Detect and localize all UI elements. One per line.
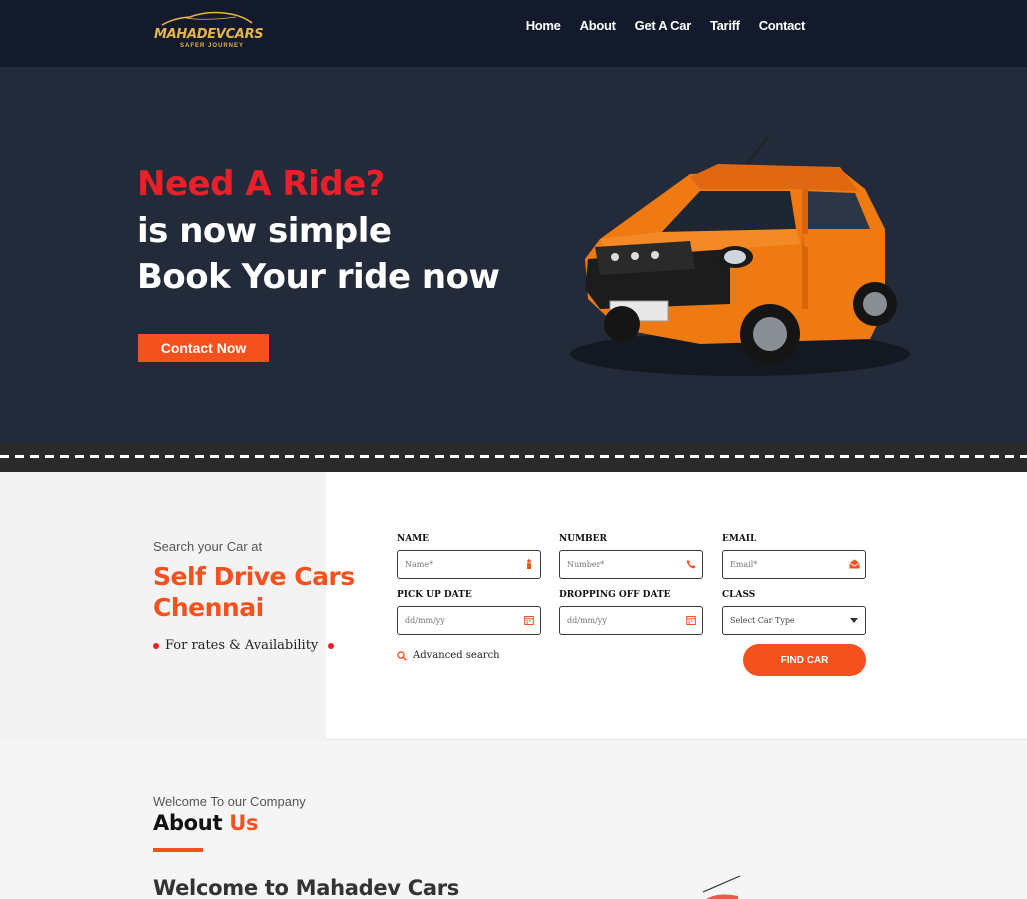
availability-label: For rates & Availability	[165, 638, 319, 653]
calendar-icon[interactable]	[686, 615, 696, 625]
number-field	[559, 550, 703, 579]
availability-text: For rates & Availability	[153, 638, 335, 653]
name-field-group: NAME	[397, 534, 541, 579]
main-menu: Home About Get A Car Tariff Contact	[526, 18, 806, 33]
class-field-group: CLASS Select Car Type	[722, 590, 866, 635]
contact-now-button[interactable]: Contact Now	[138, 334, 269, 362]
about-title-accent: Us	[229, 811, 259, 835]
dropoff-label: DROPPING OFF DATE	[559, 590, 671, 600]
bullet-dot-right	[328, 642, 335, 649]
advanced-search-label[interactable]: Advanced search	[413, 650, 500, 661]
class-label: CLASS	[722, 590, 756, 600]
pickup-field-group: PICK UP DATE	[397, 590, 541, 635]
envelope-icon	[849, 559, 860, 569]
name-input[interactable]	[398, 551, 540, 578]
logo[interactable]: MAHADEVCARS SAFER JOURNEY	[152, 9, 264, 53]
class-select-value[interactable]: Select Car Type	[723, 607, 865, 634]
dropoff-date-input[interactable]	[560, 607, 702, 634]
advanced-search-link[interactable]: Advanced search	[397, 650, 500, 661]
road-dashes	[0, 455, 1027, 458]
road-divider	[0, 443, 1027, 472]
number-label: NUMBER	[559, 534, 607, 544]
search-section: Search your Car at Self Drive Cars Chenn…	[0, 472, 1027, 740]
find-car-button[interactable]: FIND CAR	[743, 644, 866, 676]
calendar-icon[interactable]	[524, 615, 534, 625]
nav-contact-link[interactable]: Contact	[759, 18, 806, 33]
pickup-field	[397, 606, 541, 635]
top-navbar: MAHADEVCARS SAFER JOURNEY Home About Get…	[0, 0, 1027, 67]
about-pre-title: Welcome To our Company	[153, 794, 306, 809]
nav-home-link[interactable]: Home	[526, 18, 561, 33]
about-title: About Us	[153, 811, 258, 835]
pickup-label: PICK UP DATE	[397, 590, 472, 600]
email-field	[722, 550, 866, 579]
logo-car-icon	[161, 11, 253, 26]
bullet-dot-left	[153, 642, 159, 649]
nav-tariff-link[interactable]: Tariff	[710, 18, 740, 33]
about-underline	[153, 848, 203, 852]
email-input[interactable]	[723, 551, 865, 578]
dropoff-field	[559, 606, 703, 635]
hero-car-image	[570, 136, 910, 376]
about-heading: Welcome to Mahadev Cars	[153, 876, 459, 899]
person-icon	[524, 559, 534, 569]
name-label: NAME	[397, 534, 430, 544]
dropoff-field-group: DROPPING OFF DATE	[559, 590, 703, 635]
number-field-group: NUMBER	[559, 534, 703, 579]
email-label: EMAIL	[722, 534, 757, 544]
pickup-date-input[interactable]	[398, 607, 540, 634]
logo-text: MAHADEVCARS	[154, 27, 264, 42]
chevron-down-icon[interactable]	[850, 618, 858, 623]
search-title: Self Drive Cars Chennai	[153, 562, 355, 622]
phone-icon	[686, 559, 696, 569]
name-field	[397, 550, 541, 579]
number-input[interactable]	[560, 551, 702, 578]
search-icon	[397, 650, 407, 661]
class-select[interactable]: Select Car Type	[722, 606, 866, 635]
about-title-main: About	[153, 811, 223, 835]
email-field-group: EMAIL	[722, 534, 866, 579]
search-pre-title: Search your Car at	[153, 539, 263, 554]
hero-heading-line2: is now simple	[137, 211, 392, 251]
logo-tagline: SAFER JOURNEY	[180, 43, 245, 49]
nav-get-a-car-link[interactable]: Get A Car	[635, 18, 692, 33]
about-car-image	[702, 875, 741, 899]
hero-heading-red: Need A Ride?	[137, 164, 385, 204]
nav-about-link[interactable]: About	[580, 18, 616, 33]
hero-section: Need A Ride? is now simple Book Your rid…	[0, 67, 1027, 443]
hero-heading-line3: Book Your ride now	[137, 257, 500, 297]
